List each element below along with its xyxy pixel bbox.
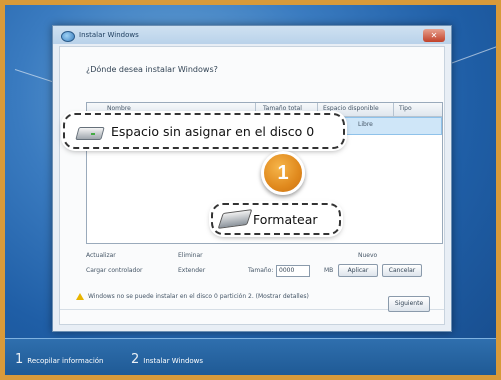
delete-link[interactable]: Eliminar: [178, 252, 203, 259]
window-titlebar: Instalar Windows ✕: [53, 26, 451, 46]
size-label: Tamaño:: [248, 267, 274, 274]
next-button[interactable]: Siguiente: [388, 296, 430, 312]
install-location-question: ¿Dónde desea instalar Windows?: [86, 65, 218, 74]
column-header-total-size[interactable]: Tamaño total: [263, 105, 302, 112]
format-button-callout[interactable]: Formatear: [211, 203, 341, 235]
separator: [60, 309, 444, 310]
progress-step-2: 2 Instalar Windows: [131, 352, 204, 367]
unallocated-space-label: Espacio sin asignar en el disco 0: [111, 123, 315, 139]
row-type-value: Libre: [358, 121, 373, 128]
load-driver-link[interactable]: Cargar controlador: [86, 267, 143, 274]
column-header-type[interactable]: Tipo: [399, 105, 412, 112]
column-header-name[interactable]: Nombre: [107, 105, 131, 112]
windows-setup-icon: [61, 31, 75, 42]
new-link[interactable]: Nuevo: [358, 252, 377, 259]
setup-progress-bar: 1 Recopilar información 2 Instalar Windows: [5, 338, 496, 375]
size-input[interactable]: 0000: [276, 265, 310, 277]
refresh-link[interactable]: Actualizar: [86, 252, 116, 259]
column-header-free-space[interactable]: Espacio disponible: [323, 105, 379, 112]
eraser-icon: [217, 209, 253, 229]
format-button-label[interactable]: Formatear: [253, 212, 318, 227]
extend-link[interactable]: Extender: [178, 267, 205, 274]
window-title: Instalar Windows: [79, 31, 139, 39]
warning-icon: [76, 293, 84, 300]
progress-step-1: 1 Recopilar información: [15, 352, 104, 367]
close-button[interactable]: ✕: [423, 29, 445, 42]
desktop-streak: [444, 41, 496, 66]
screenshot-frame: Instalar Windows ✕ ¿Dónde desea instalar…: [0, 0, 501, 380]
cancel-button[interactable]: Cancelar: [382, 264, 422, 277]
warning-message[interactable]: Windows no se puede instalar en el disco…: [88, 293, 309, 300]
setup-window: Instalar Windows ✕ ¿Dónde desea instalar…: [52, 25, 452, 332]
hard-disk-icon: [75, 122, 105, 140]
step-number-badge: 1: [261, 151, 305, 195]
window-content: ¿Dónde desea instalar Windows? Nombre Ta…: [59, 46, 445, 325]
size-unit-label: MB: [324, 267, 334, 274]
apply-button[interactable]: Aplicar: [338, 264, 378, 277]
unallocated-space-callout: Espacio sin asignar en el disco 0: [63, 113, 345, 149]
